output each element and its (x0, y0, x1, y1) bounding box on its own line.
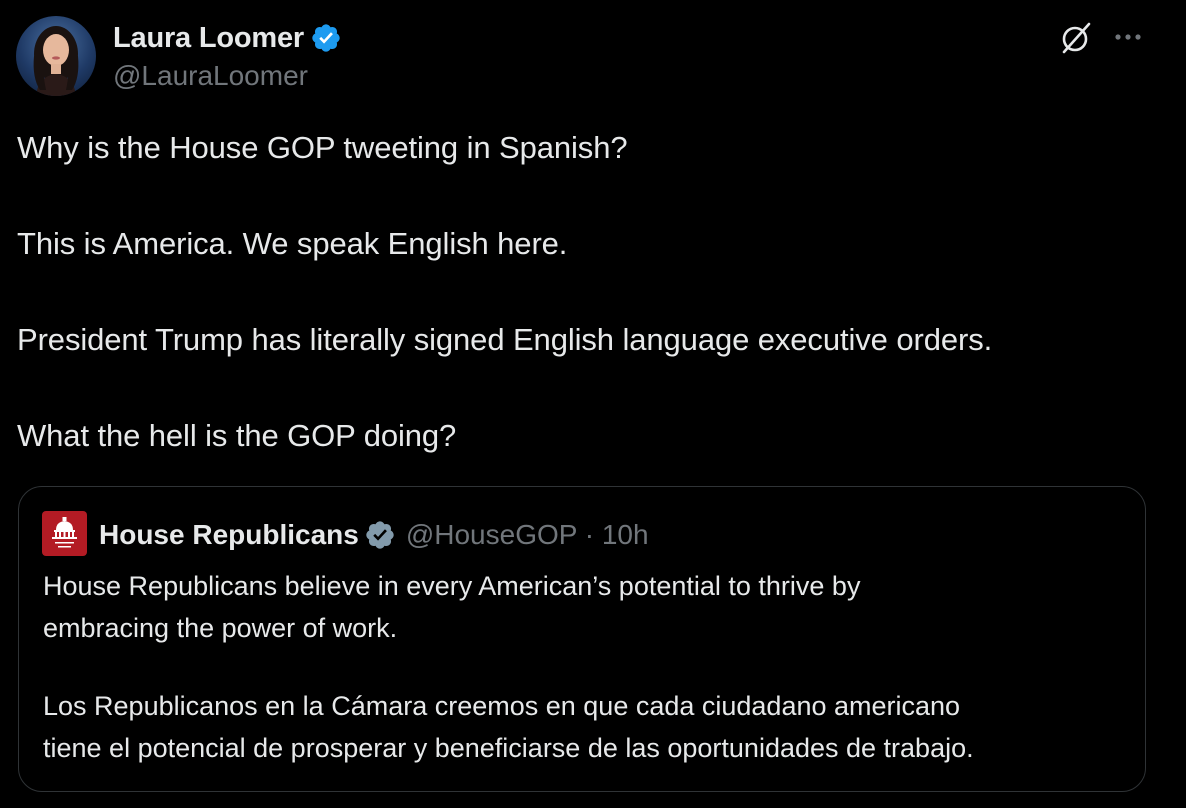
tweet-text-line: President Trump has literally signed Eng… (17, 322, 993, 357)
quoted-author-avatar[interactable] (42, 511, 87, 556)
quoted-text-line: tiene el potencial de prosperar y benefi… (43, 733, 974, 763)
more-options-icon[interactable] (1108, 22, 1148, 52)
quoted-text-line: House Republicans believe in every Ameri… (43, 571, 861, 601)
quoted-text-line: embracing the power of work. (43, 613, 398, 643)
quoted-tweet-card[interactable]: House Republicans @HouseGOP · 10h House … (18, 486, 1146, 792)
gray-verified-badge-icon[interactable] (364, 519, 396, 551)
tweet: Laura Loomer @LauraLoomer Why is the Hou… (0, 0, 1186, 808)
grok-icon[interactable] (1058, 20, 1094, 56)
author-avatar[interactable] (16, 16, 96, 96)
author-name-row[interactable]: Laura Loomer (113, 18, 342, 58)
author-display-name[interactable]: Laura Loomer (113, 22, 304, 55)
quoted-text-line: Los Republicanos en la Cámara creemos en… (43, 691, 961, 721)
author-handle[interactable]: @LauraLoomer (113, 60, 308, 92)
verified-badge-icon[interactable] (310, 22, 342, 54)
tweet-text-line: What the hell is the GOP doing? (17, 418, 457, 453)
quoted-name-row[interactable]: House Republicans @HouseGOP · 10h (99, 515, 649, 555)
tweet-text-line: This is America. We speak English here. (17, 226, 568, 261)
quoted-display-name[interactable]: House Republicans (99, 519, 359, 551)
tweet-text-line: Why is the House GOP tweeting in Spanish… (17, 130, 628, 165)
quoted-handle-time[interactable]: @HouseGOP · 10h (406, 519, 649, 551)
